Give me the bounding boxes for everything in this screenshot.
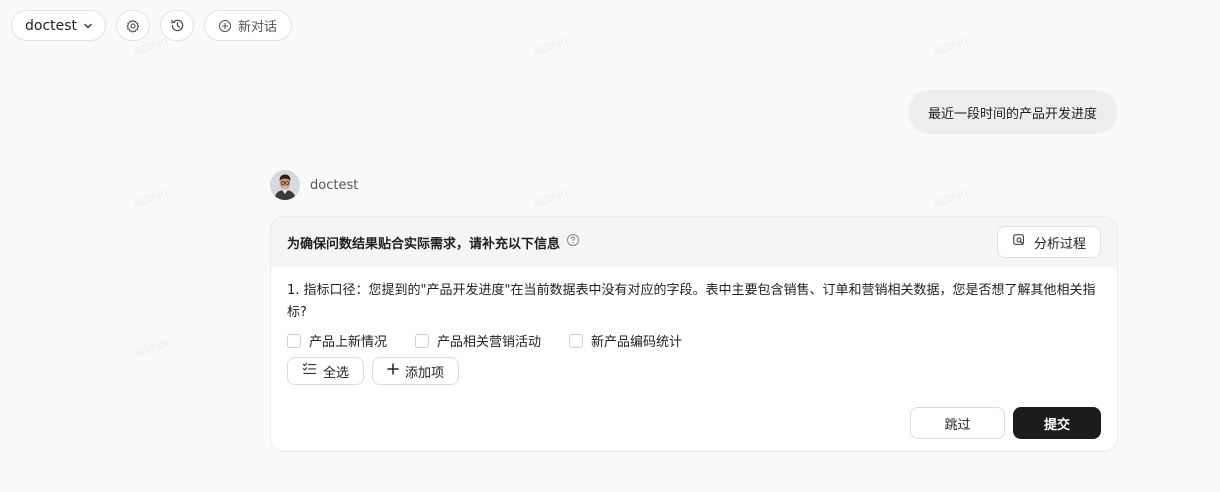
clarify-card: 为确保问数结果贴合实际需求，请补充以下信息 分析过程 1. 指标口径：您提到的"… bbox=[270, 216, 1118, 452]
watermark: admin bbox=[531, 184, 570, 211]
clarify-card-title: 为确保问数结果贴合实际需求，请补充以下信息 bbox=[287, 233, 580, 252]
option-list: 产品上新情况 产品相关营销活动 新产品编码统计 bbox=[287, 331, 1101, 350]
clarify-question: 1. 指标口径：您提到的"产品开发进度"在当前数据表中没有对应的字段。表中主要包… bbox=[287, 283, 1096, 320]
workspace-selector[interactable]: doctest bbox=[11, 10, 107, 41]
checkbox[interactable] bbox=[415, 333, 430, 348]
clarify-card-footer: 跳过 提交 bbox=[910, 407, 1101, 439]
option-label: 产品上新情况 bbox=[309, 335, 388, 350]
plus-icon bbox=[387, 363, 399, 379]
option-item[interactable]: 产品上新情况 bbox=[287, 331, 387, 350]
plus-circle-icon bbox=[218, 19, 232, 33]
option-actions: 全选 添加项 bbox=[287, 357, 1101, 385]
clarify-title-text: 为确保问数结果贴合实际需求，请补充以下信息 bbox=[287, 236, 561, 252]
checklist-icon bbox=[302, 362, 317, 380]
checkbox[interactable] bbox=[569, 333, 584, 348]
gear-icon bbox=[126, 19, 140, 33]
history-button[interactable] bbox=[160, 10, 195, 41]
watermark: admin bbox=[131, 184, 170, 211]
add-item-label: 添加项 bbox=[405, 365, 445, 381]
submit-button[interactable]: 提交 bbox=[1013, 407, 1101, 439]
analysis-button-label: 分析过程 bbox=[1033, 236, 1086, 252]
select-all-button[interactable]: 全选 bbox=[287, 357, 365, 385]
assistant-name: doctest bbox=[310, 177, 359, 193]
option-label: 新产品编码统计 bbox=[591, 335, 683, 350]
help-icon[interactable] bbox=[566, 233, 580, 251]
option-item[interactable]: 新产品编码统计 bbox=[569, 331, 682, 350]
watermark: admin bbox=[131, 334, 170, 361]
clarify-card-header: 为确保问数结果贴合实际需求，请补充以下信息 分析过程 bbox=[271, 217, 1117, 267]
user-message-text: 最近一段时间的产品开发进度 bbox=[927, 106, 1097, 122]
analysis-icon bbox=[1012, 233, 1026, 251]
user-message-bubble: 最近一段时间的产品开发进度 bbox=[907, 90, 1117, 134]
watermark: admin bbox=[531, 32, 570, 59]
new-chat-label: 新对话 bbox=[238, 20, 278, 35]
watermark: admin bbox=[931, 184, 970, 211]
option-label: 产品相关营销活动 bbox=[437, 335, 542, 350]
skip-button[interactable]: 跳过 bbox=[910, 407, 1005, 439]
new-chat-button[interactable]: 新对话 bbox=[204, 10, 293, 41]
add-item-button[interactable]: 添加项 bbox=[372, 357, 460, 385]
chevron-down-icon bbox=[83, 21, 93, 31]
avatar bbox=[270, 170, 300, 200]
clarify-card-body: 1. 指标口径：您提到的"产品开发进度"在当前数据表中没有对应的字段。表中主要包… bbox=[271, 267, 1117, 385]
top-toolbar: doctest 新对话 bbox=[11, 10, 293, 41]
workspace-label: doctest bbox=[25, 17, 78, 34]
settings-button[interactable] bbox=[116, 10, 151, 41]
assistant-header: doctest bbox=[270, 170, 358, 200]
history-icon bbox=[170, 18, 185, 33]
checkbox[interactable] bbox=[287, 333, 301, 348]
select-all-label: 全选 bbox=[323, 365, 350, 381]
option-item[interactable]: 产品相关营销活动 bbox=[415, 331, 541, 350]
watermark: admin bbox=[931, 32, 970, 59]
analysis-process-button[interactable]: 分析过程 bbox=[996, 226, 1101, 258]
